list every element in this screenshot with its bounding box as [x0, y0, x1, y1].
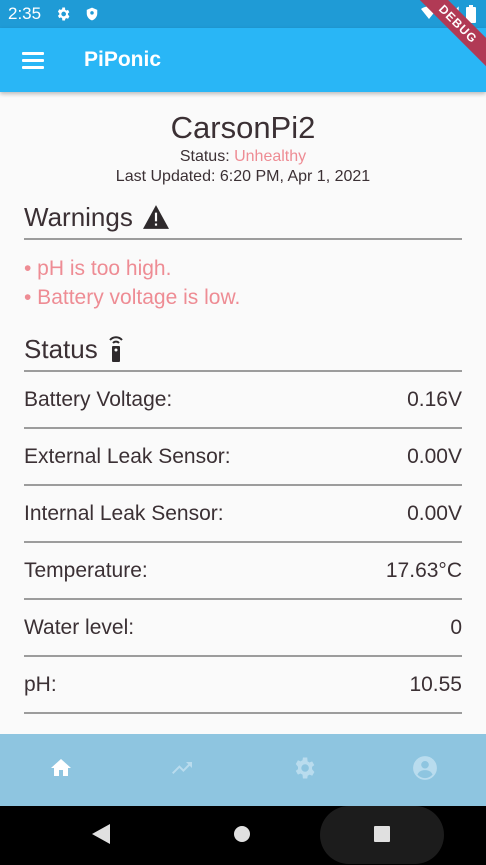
status-row-value: 0 — [450, 615, 462, 639]
system-status-bar: 2:35 — [0, 0, 486, 28]
nav-account[interactable] — [395, 755, 455, 786]
status-row-label: Water level: — [24, 615, 135, 639]
status-row-water-level: Water level: 0 — [24, 600, 462, 657]
device-detail-content[interactable]: CarsonPi2 Status: Unhealthy Last Updated… — [0, 92, 486, 734]
status-row-value: 0.16V — [407, 387, 462, 411]
back-icon[interactable] — [92, 824, 110, 849]
status-row-battery-voltage: Battery Voltage: 0.16V — [24, 372, 462, 429]
status-row-value: 17.63°C — [385, 558, 462, 582]
warnings-heading: Warnings — [24, 196, 462, 240]
status-heading: Status — [24, 328, 462, 372]
warnings-list: • pH is too high. • Battery voltage is l… — [24, 254, 462, 312]
status-row-ph: pH: 10.55 — [24, 657, 462, 714]
warnings-heading-text: Warnings — [24, 201, 133, 232]
status-row-label: Battery Voltage: — [24, 387, 173, 411]
status-bar-time: 2:35 — [8, 4, 42, 23]
warning-icon — [142, 205, 169, 229]
nav-home[interactable] — [31, 756, 91, 785]
status-row-value: 0.00V — [407, 444, 462, 468]
home-icon — [48, 756, 74, 785]
nav-trends[interactable] — [152, 756, 212, 785]
last-updated: Last Updated: 6:20 PM, Apr 1, 2021 — [115, 168, 371, 185]
status-row-value: 10.55 — [409, 672, 462, 696]
system-navigation-bar — [0, 806, 486, 865]
status-row-external-leak: External Leak Sensor: 0.00V — [24, 429, 462, 486]
device-status: Status: Unhealthy — [0, 148, 486, 166]
nav-settings[interactable] — [274, 755, 334, 786]
bottom-navigation — [0, 734, 486, 806]
gear-icon — [55, 6, 71, 22]
settings-icon — [291, 755, 317, 786]
status-row-value: 0.00V — [407, 501, 462, 525]
status-row-label: External Leak Sensor: — [24, 444, 231, 468]
status-row-label: Temperature: — [24, 558, 148, 582]
app-bar: PiPonic — [0, 28, 486, 92]
shield-icon — [85, 6, 99, 22]
home-button-icon[interactable] — [233, 825, 251, 848]
status-row-internal-leak: Internal Leak Sensor: 0.00V — [24, 486, 462, 543]
menu-icon[interactable] — [22, 48, 44, 73]
account-icon — [412, 755, 438, 786]
device-status-label: Status: — [179, 148, 235, 165]
status-row-label: pH: — [24, 672, 57, 696]
device-name: CarsonPi2 — [170, 110, 316, 145]
status-row-label: Internal Leak Sensor: — [24, 501, 224, 525]
recents-icon[interactable] — [373, 825, 391, 848]
status-row-temperature: Temperature: 17.63°C — [24, 543, 462, 600]
warning-item: • Battery voltage is low. — [24, 286, 241, 309]
remote-icon — [108, 335, 124, 363]
device-status-value: Unhealthy — [234, 148, 307, 165]
trending-icon — [169, 756, 195, 785]
warning-item: • pH is too high. — [24, 257, 172, 280]
status-heading-text: Status — [24, 333, 98, 364]
app-title: PiPonic — [84, 48, 162, 71]
